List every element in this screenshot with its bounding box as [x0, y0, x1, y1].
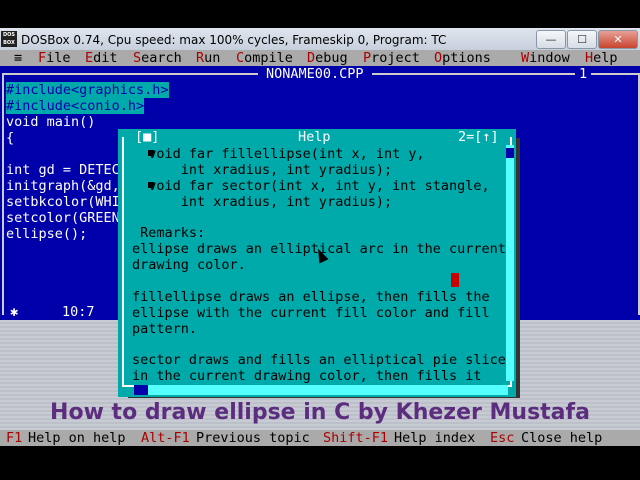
- window-title: DOSBox 0.74, Cpu speed: max 100% cycles,…: [21, 33, 447, 47]
- help-remarks-heading: Remarks:: [132, 225, 206, 241]
- help-text-line: void far fillellipse(int x, int y,: [132, 146, 425, 162]
- code-line[interactable]: void main(): [6, 114, 95, 130]
- help-title: Help: [298, 129, 331, 145]
- help-text-line: drawing color.: [132, 257, 246, 273]
- help-text-line: ellipse with the current fill color and …: [132, 305, 490, 321]
- help-scroll-thumb[interactable]: [506, 148, 514, 158]
- video-caption: How to draw ellipse in C by Khezer Musta…: [50, 400, 590, 425]
- help-horizontal-scrollbar[interactable]: [134, 385, 508, 395]
- code-line[interactable]: #include<graphics.h>: [6, 82, 169, 98]
- menu-file[interactable]: File: [38, 50, 71, 66]
- minimize-button[interactable]: —: [536, 30, 566, 49]
- code-line[interactable]: setbkcolor(WHI: [6, 194, 120, 210]
- code-line[interactable]: setcolor(GREEN: [6, 210, 120, 226]
- status-label: Close help: [521, 430, 603, 446]
- help-vertical-scrollbar[interactable]: [506, 145, 514, 381]
- close-button[interactable]: ✕: [598, 30, 638, 49]
- maximize-button[interactable]: ☐: [567, 30, 597, 49]
- code-line[interactable]: {: [6, 130, 14, 146]
- help-text-line: in the current drawing color, then fills…: [132, 368, 482, 384]
- menu-help[interactable]: Help: [585, 50, 618, 66]
- help-text-line: int xradius, int yradius);: [132, 194, 393, 210]
- cursor-position: 10:7: [58, 304, 99, 320]
- menu-edit[interactable]: Edit: [85, 50, 118, 66]
- help-text-line: sector draws and fills an elliptical pie…: [132, 352, 506, 368]
- code-line[interactable]: #include<conio.h>: [6, 98, 145, 114]
- dosbox-app-icon: DOS BOX: [1, 31, 17, 47]
- help-text-line: int xradius, int yradius);: [132, 162, 393, 178]
- modified-indicator-icon: ✱: [10, 304, 19, 320]
- help-scroll-left-arrow[interactable]: [134, 385, 148, 395]
- status-key-alt-f1[interactable]: Alt-F1: [141, 430, 190, 446]
- system-menu-icon[interactable]: ≡: [14, 50, 22, 66]
- menu-run[interactable]: Run: [196, 50, 220, 66]
- help-text-line: void far sector(int x, int y, int stangl…: [132, 178, 490, 194]
- status-label: Help index: [394, 430, 476, 446]
- code-line[interactable]: int gd = DETEC: [6, 162, 120, 178]
- editor-window-number: 1: [575, 66, 592, 82]
- status-key-esc[interactable]: Esc: [490, 430, 514, 446]
- status-key-f1[interactable]: F1: [6, 430, 22, 446]
- code-line[interactable]: ellipse();: [6, 226, 87, 242]
- help-text-line: pattern.: [132, 321, 198, 337]
- status-label: Previous topic: [196, 430, 310, 446]
- text-cursor: [451, 273, 459, 287]
- code-line[interactable]: initgraph(&gd,: [6, 178, 120, 194]
- help-close-box[interactable]: [■]: [135, 129, 159, 145]
- help-zoom-box[interactable]: 2=[↑]: [458, 129, 499, 145]
- menu-options[interactable]: Options: [434, 50, 491, 66]
- editor-filename: NONAME00.CPP: [258, 66, 372, 82]
- help-text-line: fillellipse draws an ellipse, then fills…: [132, 289, 490, 305]
- menu-search[interactable]: Search: [133, 50, 182, 66]
- menu-window[interactable]: Window: [521, 50, 570, 66]
- menu-project[interactable]: Project: [363, 50, 420, 66]
- status-key-shift-f1[interactable]: Shift-F1: [323, 430, 388, 446]
- menu-debug[interactable]: Debug: [307, 50, 348, 66]
- menu-compile[interactable]: Compile: [236, 50, 293, 66]
- status-label: Help on help: [28, 430, 126, 446]
